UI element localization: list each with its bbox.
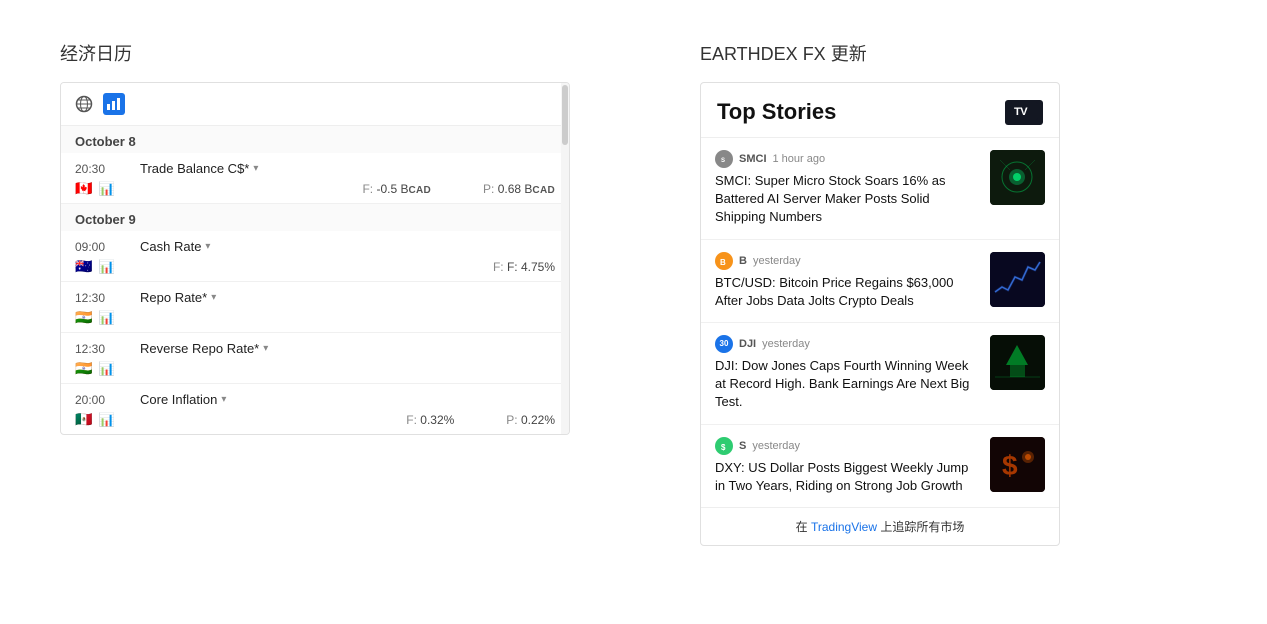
date-header-oct9: October 9 [61, 204, 569, 231]
event-core-inflation: 20:00 Core Inflation ▾ 🇲🇽 📊 F: 0.32% [61, 384, 569, 434]
news-content-2: 30 DJI yesterday DJI: Dow Jones Caps Fou… [715, 335, 980, 412]
event-title-reverse-repo[interactable]: Reverse Repo Rate* ▾ [140, 341, 555, 356]
news-item-0[interactable]: S SMCI 1 hour ago SMCI: Super Micro Stoc… [701, 138, 1059, 240]
flag-in-2: 🇮🇳 [75, 360, 92, 377]
flag-ca: 🇨🇦 [75, 180, 92, 197]
globe-toolbar-icon[interactable] [73, 93, 95, 115]
forecast-core-inflation: F: 0.32% [406, 413, 454, 427]
news-meta-0: S SMCI 1 hour ago [715, 150, 980, 168]
news-badge-0: S [715, 150, 733, 168]
news-image-0 [990, 150, 1045, 205]
bar-icon-repo-rate: 📊 [98, 310, 114, 326]
scrollbar-track[interactable] [561, 83, 569, 434]
flag-mx: 🇲🇽 [75, 411, 92, 428]
event-time-reverse-repo: 12:30 [75, 342, 130, 356]
bar-icon-cash-rate: 📊 [98, 259, 114, 275]
calendar-toolbar [61, 83, 569, 126]
news-item-1[interactable]: B B yesterday BTC/USD: Bitcoin Price Reg… [701, 240, 1059, 323]
event-title-core-inflation[interactable]: Core Inflation ▾ [140, 392, 555, 407]
news-badge-3: $ [715, 437, 733, 455]
svg-text:S: S [721, 158, 725, 164]
news-image-3: $ [990, 437, 1045, 492]
event-title-cash-rate[interactable]: Cash Rate ▾ [140, 239, 555, 254]
news-header-title: Top Stories [717, 99, 836, 125]
news-item-3[interactable]: $ S yesterday DXY: US Dollar Posts Bigge… [701, 425, 1059, 507]
news-header: Top Stories TV [701, 83, 1059, 138]
page-container: 经济日历 [60, 40, 1207, 546]
chevron-down-icon-core-inflation: ▾ [221, 394, 226, 405]
flag-in: 🇮🇳 [75, 309, 92, 326]
news-ticker-3: S [739, 440, 746, 452]
event-time-core-inflation: 20:00 [75, 393, 130, 407]
event-reverse-repo-rate: 12:30 Reverse Repo Rate* ▾ 🇮🇳 📊 [61, 333, 569, 384]
news-title-3: DXY: US Dollar Posts Biggest Weekly Jump… [715, 459, 980, 495]
svg-text:B: B [720, 258, 726, 267]
prev-core-inflation: P: 0.22% [506, 413, 555, 427]
chevron-down-icon: ▾ [253, 163, 258, 174]
news-footer: 在 TradingView 上追踪所有市场 [701, 507, 1059, 545]
event-title-repo-rate[interactable]: Repo Rate* ▾ [140, 290, 555, 305]
event-trade-balance: 20:30 Trade Balance C$* ▾ 🇨🇦 📊 F: -0.5 B… [61, 153, 569, 204]
right-panel: EARTHDEX FX 更新 Top Stories TV [700, 40, 1060, 546]
news-ticker-0: SMCI [739, 153, 767, 165]
news-title-1: BTC/USD: Bitcoin Price Regains $63,000 A… [715, 274, 980, 310]
right-section-title: EARTHDEX FX 更新 [700, 40, 1060, 66]
calendar-body: October 8 20:30 Trade Balance C$* ▾ 🇨🇦 📊 [61, 126, 569, 434]
event-time-cash-rate: 09:00 [75, 240, 130, 254]
date-header-oct8: October 8 [61, 126, 569, 153]
news-image-1 [990, 252, 1045, 307]
news-content-0: S SMCI 1 hour ago SMCI: Super Micro Stoc… [715, 150, 980, 227]
bar-icon-trade-balance: 📊 [98, 181, 114, 197]
event-time-trade-balance: 20:30 [75, 162, 130, 176]
news-meta-1: B B yesterday [715, 252, 980, 270]
svg-text:$: $ [1002, 450, 1018, 481]
news-content-3: $ S yesterday DXY: US Dollar Posts Bigge… [715, 437, 980, 495]
news-time-1: yesterday [753, 255, 801, 267]
forecast-cash-rate: F: F: 4.75% [493, 260, 555, 274]
tradingview-link[interactable]: TradingView [811, 520, 877, 534]
chevron-down-icon-reverse-repo: ▾ [263, 343, 268, 354]
chevron-down-icon-repo: ▾ [211, 292, 216, 303]
news-title-0: SMCI: Super Micro Stock Soars 16% as Bat… [715, 172, 980, 227]
prev-trade-balance: P: 0.68 BCAD [483, 182, 555, 196]
news-widget: Top Stories TV S [700, 82, 1060, 546]
bar-chart-toolbar-icon[interactable] [103, 93, 125, 115]
tv-logo: TV [1005, 100, 1043, 125]
news-content-1: B B yesterday BTC/USD: Bitcoin Price Reg… [715, 252, 980, 310]
event-time-repo-rate: 12:30 [75, 291, 130, 305]
event-title-trade-balance[interactable]: Trade Balance C$* ▾ [140, 161, 555, 176]
news-time-2: yesterday [762, 338, 810, 350]
news-image-2 [990, 335, 1045, 390]
chevron-down-icon-cash: ▾ [205, 241, 210, 252]
left-section-title: 经济日历 [60, 40, 580, 66]
bar-icon-core-inflation: 📊 [98, 412, 114, 428]
calendar-widget: October 8 20:30 Trade Balance C$* ▾ 🇨🇦 📊 [60, 82, 570, 435]
bar-icon-reverse-repo: 📊 [98, 361, 114, 377]
news-title-2: DJI: Dow Jones Caps Fourth Winning Week … [715, 357, 980, 412]
flag-au: 🇦🇺 [75, 258, 92, 275]
news-time-3: yesterday [752, 440, 800, 452]
event-repo-rate: 12:30 Repo Rate* ▾ 🇮🇳 📊 [61, 282, 569, 333]
svg-text:$: $ [721, 443, 726, 452]
news-ticker-2: DJI [739, 338, 756, 350]
news-meta-2: 30 DJI yesterday [715, 335, 980, 353]
news-ticker-1: B [739, 255, 747, 267]
scrollbar-thumb[interactable] [562, 85, 568, 145]
forecast-trade-balance: F: -0.5 BCAD [362, 182, 431, 196]
news-item-2[interactable]: 30 DJI yesterday DJI: Dow Jones Caps Fou… [701, 323, 1059, 425]
news-time-0: 1 hour ago [773, 153, 826, 165]
news-meta-3: $ S yesterday [715, 437, 980, 455]
news-list: S SMCI 1 hour ago SMCI: Super Micro Stoc… [701, 138, 1059, 507]
svg-text:TV: TV [1014, 106, 1028, 118]
left-panel: 经济日历 [60, 40, 580, 546]
news-badge-2: 30 [715, 335, 733, 353]
event-cash-rate: 09:00 Cash Rate ▾ 🇦🇺 📊 F: F: 4.75% [61, 231, 569, 282]
news-badge-1: B [715, 252, 733, 270]
